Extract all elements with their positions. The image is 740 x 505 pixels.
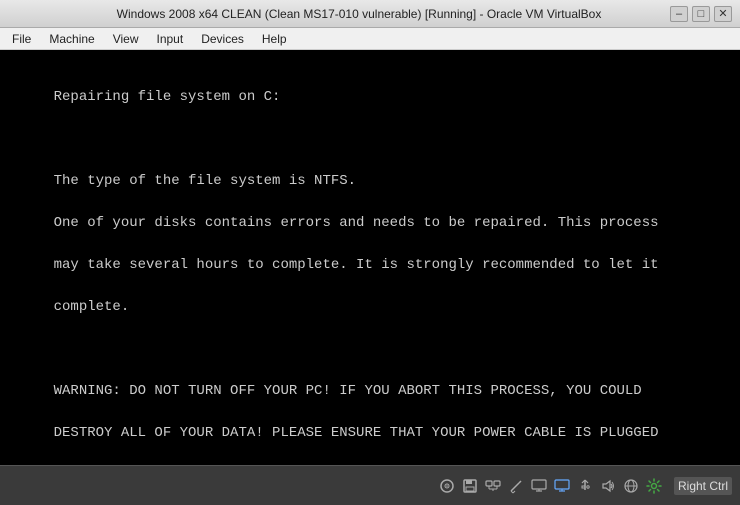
menu-file[interactable]: File bbox=[4, 30, 39, 48]
vm-line-1: Repairing file system on C: bbox=[54, 89, 281, 105]
status-icon-group bbox=[437, 476, 664, 496]
menu-input[interactable]: Input bbox=[149, 30, 192, 48]
right-ctrl-label: Right Ctrl bbox=[674, 477, 732, 495]
close-button[interactable]: ✕ bbox=[714, 6, 732, 22]
gear-icon[interactable] bbox=[644, 476, 664, 496]
monitor-icon-1[interactable] bbox=[529, 476, 549, 496]
cd-icon[interactable] bbox=[437, 476, 457, 496]
network-icon-1[interactable] bbox=[483, 476, 503, 496]
menu-machine[interactable]: Machine bbox=[41, 30, 102, 48]
menu-view[interactable]: View bbox=[105, 30, 147, 48]
menu-bar: File Machine View Input Devices Help bbox=[0, 28, 740, 50]
sound-icon[interactable] bbox=[598, 476, 618, 496]
restore-button[interactable]: □ bbox=[692, 6, 710, 22]
monitor-icon-2[interactable] bbox=[552, 476, 572, 496]
minimize-button[interactable]: – bbox=[670, 6, 688, 22]
vm-line-6: complete. bbox=[54, 299, 130, 315]
vm-line-3: The type of the file system is NTFS. bbox=[54, 173, 356, 189]
menu-help[interactable]: Help bbox=[254, 30, 295, 48]
globe-icon[interactable] bbox=[621, 476, 641, 496]
status-bar: Right Ctrl bbox=[0, 465, 740, 505]
title-bar: Windows 2008 x64 CLEAN (Clean MS17-010 v… bbox=[0, 0, 740, 28]
edit-icon[interactable] bbox=[506, 476, 526, 496]
vm-output: Repairing file system on C: The type of … bbox=[20, 66, 720, 465]
vm-screen: Repairing file system on C: The type of … bbox=[0, 50, 740, 465]
vm-line-8: WARNING: DO NOT TURN OFF YOUR PC! IF YOU… bbox=[54, 383, 642, 399]
window-controls: – □ ✕ bbox=[670, 6, 732, 22]
vm-line-4: One of your disks contains errors and ne… bbox=[54, 215, 659, 231]
window-title: Windows 2008 x64 CLEAN (Clean MS17-010 v… bbox=[48, 7, 670, 21]
vm-line-9: DESTROY ALL OF YOUR DATA! PLEASE ENSURE … bbox=[54, 425, 659, 441]
vm-line-5: may take several hours to complete. It i… bbox=[54, 257, 659, 273]
menu-devices[interactable]: Devices bbox=[193, 30, 252, 48]
usb-icon[interactable] bbox=[575, 476, 595, 496]
floppy-icon[interactable] bbox=[460, 476, 480, 496]
